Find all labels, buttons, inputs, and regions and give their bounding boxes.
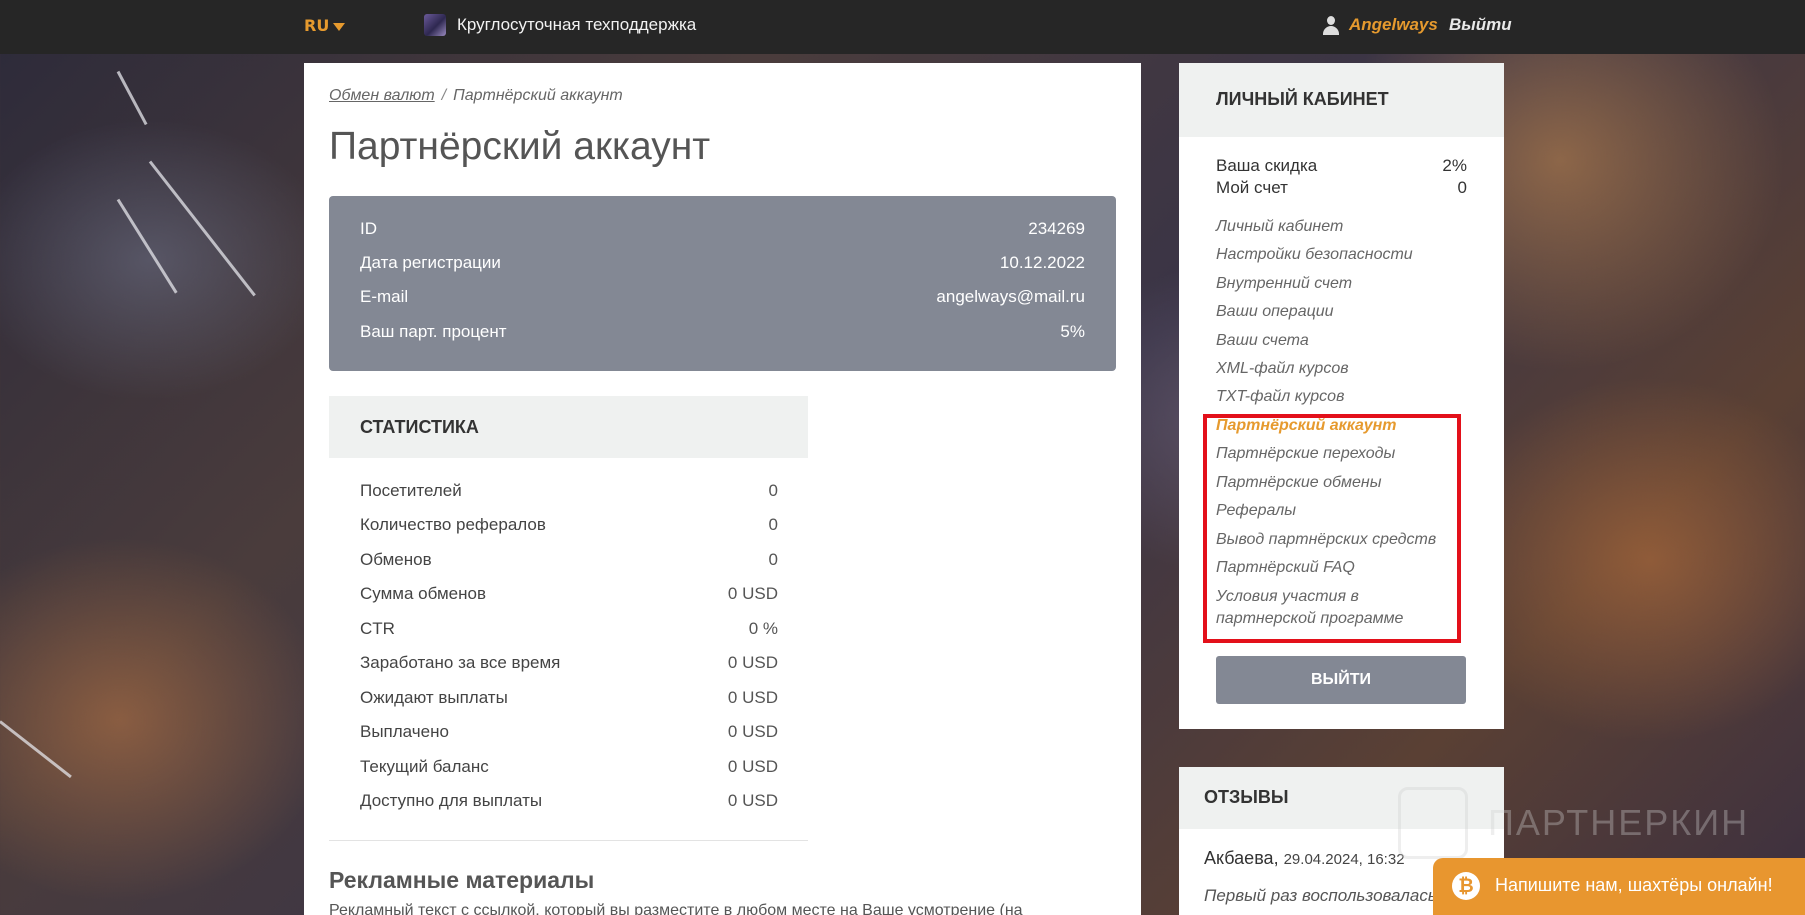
stat-row: Количество рефералов 0	[360, 515, 778, 539]
breadcrumb-separator: /	[441, 87, 447, 104]
sidebar-item-xml-rates[interactable]: XML-файл курсов	[1216, 360, 1349, 378]
stat-label: Заработано за все время	[360, 653, 561, 672]
stat-label: Выплачено	[360, 722, 449, 741]
stat-value: 0 USD	[727, 757, 778, 776]
info-row-email: E-mail angelways@mail.ru	[360, 287, 1085, 311]
stat-label: Сумма обменов	[360, 584, 486, 603]
info-value: 10.12.2022	[999, 253, 1085, 272]
review-date: 29.04.2024, 16:32	[1283, 851, 1405, 868]
info-label: Ваш парт. процент	[360, 322, 507, 341]
language-code: RU	[304, 16, 330, 35]
info-label: ID	[360, 219, 377, 238]
reviews-title: ОТЗЫВЫ	[1204, 787, 1289, 807]
sidebar-item-internal-account[interactable]: Внутренний счет	[1216, 275, 1352, 293]
language-selector[interactable]: RU	[304, 16, 346, 35]
info-row-partner-percent: Ваш парт. процент 5%	[360, 322, 1085, 346]
breadcrumb: Обмен валют / Партнёрский аккаунт	[329, 87, 623, 105]
stat-label: Ожидают выплаты	[360, 688, 508, 707]
sidebar-item-security-settings[interactable]: Настройки безопасности	[1216, 246, 1413, 264]
stat-row: Доступно для выплаты 0 USD	[360, 791, 778, 815]
chat-widget-button[interactable]: ₿ Напишите нам, шахтёры онлайн!	[1433, 858, 1805, 915]
stat-row: Посетителей 0	[360, 481, 778, 505]
watermark-text: ПАРТНЕРКИН	[1488, 802, 1750, 843]
sidebar-header: ЛИЧНЫЙ КАБИНЕТ	[1179, 63, 1504, 137]
promo-materials-title: Рекламные материалы	[329, 867, 595, 893]
page-title: Партнёрский аккаунт	[329, 125, 711, 168]
username-link[interactable]: Angelways	[1349, 15, 1438, 35]
bitcoin-icon: ₿	[1452, 872, 1480, 900]
stat-value: 0 USD	[727, 584, 778, 603]
stat-value: 0	[768, 481, 778, 500]
info-label: Дата регистрации	[360, 253, 501, 272]
account-label: Мой счет	[1216, 178, 1288, 197]
chevron-down-icon	[333, 22, 346, 31]
stat-label: Текущий баланс	[360, 757, 489, 776]
stat-label: CTR	[360, 619, 395, 638]
highlight-annotation-box	[1203, 414, 1461, 643]
sidebar-item-operations[interactable]: Ваши операции	[1216, 303, 1334, 321]
stat-row: Сумма обменов 0 USD	[360, 584, 778, 608]
sidebar-item-personal-cabinet[interactable]: Личный кабинет	[1216, 218, 1343, 236]
statistics-title: СТАТИСТИКА	[360, 417, 479, 437]
stat-row: Текущий баланс 0 USD	[360, 757, 778, 781]
logout-link[interactable]: Выйти	[1449, 15, 1512, 35]
breadcrumb-current: Партнёрский аккаунт	[453, 87, 623, 104]
info-row-registration-date: Дата регистрации 10.12.2022	[360, 253, 1085, 277]
info-value: 234269	[1028, 219, 1085, 238]
stat-value: 0 USD	[727, 791, 778, 810]
discount-value: 2%	[1442, 156, 1467, 175]
stat-label: Количество рефералов	[360, 515, 546, 534]
breadcrumb-home-link[interactable]: Обмен валют	[329, 87, 435, 104]
promo-materials-text: Рекламный текст с ссылкой, который вы ра…	[329, 902, 1023, 915]
stat-value: 0 %	[748, 619, 778, 638]
info-label: E-mail	[360, 287, 409, 306]
stat-value: 0 USD	[727, 688, 778, 707]
stat-value: 0	[768, 550, 778, 569]
top-navigation-bar: RU Круглосуточная техподдержка Angelways…	[0, 0, 1805, 54]
review-author-name: Акбаева,	[1204, 848, 1279, 868]
stat-row: Заработано за все время 0 USD	[360, 653, 778, 677]
stat-row: Обменов 0	[360, 550, 778, 574]
info-value: 5%	[1060, 322, 1085, 341]
sidebar-title: ЛИЧНЫЙ КАБИНЕТ	[1216, 89, 1389, 109]
stat-label: Доступно для выплаты	[360, 791, 543, 810]
support-link[interactable]: Круглосуточная техподдержка	[457, 15, 696, 35]
section-divider	[329, 840, 808, 841]
stat-row: CTR 0 %	[360, 619, 778, 643]
stat-label: Посетителей	[360, 481, 462, 500]
account-row: Мой счет 0	[1216, 178, 1467, 200]
statistics-header: СТАТИСТИКА	[329, 396, 808, 458]
chat-widget-text: Напишите нам, шахтёры онлайн!	[1495, 875, 1773, 895]
background-streak	[0, 720, 72, 779]
stat-value: 0 USD	[727, 653, 778, 672]
sidebar-item-accounts[interactable]: Ваши счета	[1216, 332, 1309, 350]
account-info-box: ID 234269 Дата регистрации 10.12.2022 E-…	[329, 196, 1116, 371]
user-icon	[1322, 16, 1340, 36]
discount-label: Ваша скидка	[1216, 156, 1318, 175]
info-row-id: ID 234269	[360, 219, 1085, 243]
review-author: Акбаева, 29.04.2024, 16:32	[1204, 848, 1405, 869]
account-value: 0	[1457, 178, 1467, 197]
personal-cabinet-sidebar: ЛИЧНЫЙ КАБИНЕТ Ваша скидка 2% Мой счет 0…	[1179, 63, 1504, 729]
support-logo-icon	[424, 14, 446, 36]
sidebar-item-txt-rates[interactable]: TXT-файл курсов	[1216, 388, 1344, 406]
background-streak	[116, 198, 178, 294]
stat-value: 0 USD	[727, 722, 778, 741]
stat-row: Выплачено 0 USD	[360, 722, 778, 746]
stat-value: 0	[768, 515, 778, 534]
stat-row: Ожидают выплаты 0 USD	[360, 688, 778, 712]
stat-label: Обменов	[360, 550, 432, 569]
sidebar-logout-button[interactable]: ВЫЙТИ	[1216, 656, 1466, 704]
discount-row: Ваша скидка 2%	[1216, 156, 1467, 178]
background-streak	[116, 70, 148, 126]
info-value: angelways@mail.ru	[936, 287, 1085, 306]
main-content-panel: Обмен валют / Партнёрский аккаунт Партнёрс…	[304, 63, 1141, 915]
watermark-robot-icon	[1398, 787, 1468, 859]
